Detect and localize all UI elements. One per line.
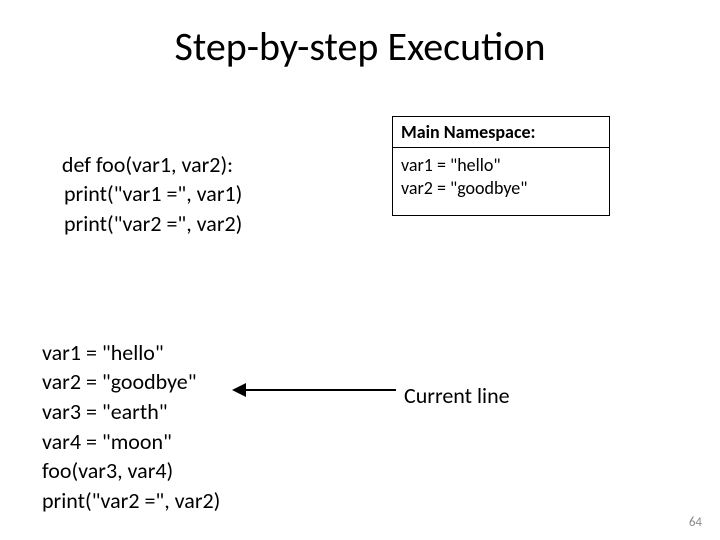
code-line: def foo(var1, var2): (62, 151, 233, 178)
code-line: print("var2 =", var2) (42, 487, 220, 514)
code-block-function: def foo(var1, var2): print("var1 =", var… (42, 120, 242, 298)
code-line: var3 = "earth" (42, 398, 168, 425)
code-block-main: var1 = "hello" var2 = "goodbye" var3 = "… (42, 308, 220, 540)
code-line: print("var1 =", var1) (42, 179, 242, 209)
page-number: 64 (689, 515, 702, 530)
namespace-entry: var2 = "goodbye" (401, 177, 601, 200)
page-title: Step-by-step Execution (0, 22, 720, 71)
slide: Step-by-step Execution def foo(var1, var… (0, 0, 720, 540)
code-line: var4 = "moon" (42, 428, 172, 455)
namespace-box: Main Namespace: var1 = "hello" var2 = "g… (392, 116, 610, 216)
current-line-label: Current line (404, 382, 510, 409)
arrow-left-icon (230, 378, 398, 402)
namespace-header: Main Namespace: (393, 117, 609, 148)
code-line: print("var2 =", var2) (42, 209, 242, 239)
code-line: var2 = "goodbye" (42, 368, 197, 395)
code-line: var1 = "hello" (42, 339, 164, 366)
namespace-body: var1 = "hello" var2 = "goodbye" (393, 148, 609, 215)
namespace-entry: var1 = "hello" (401, 154, 601, 177)
code-line: foo(var3, var4) (42, 457, 173, 484)
